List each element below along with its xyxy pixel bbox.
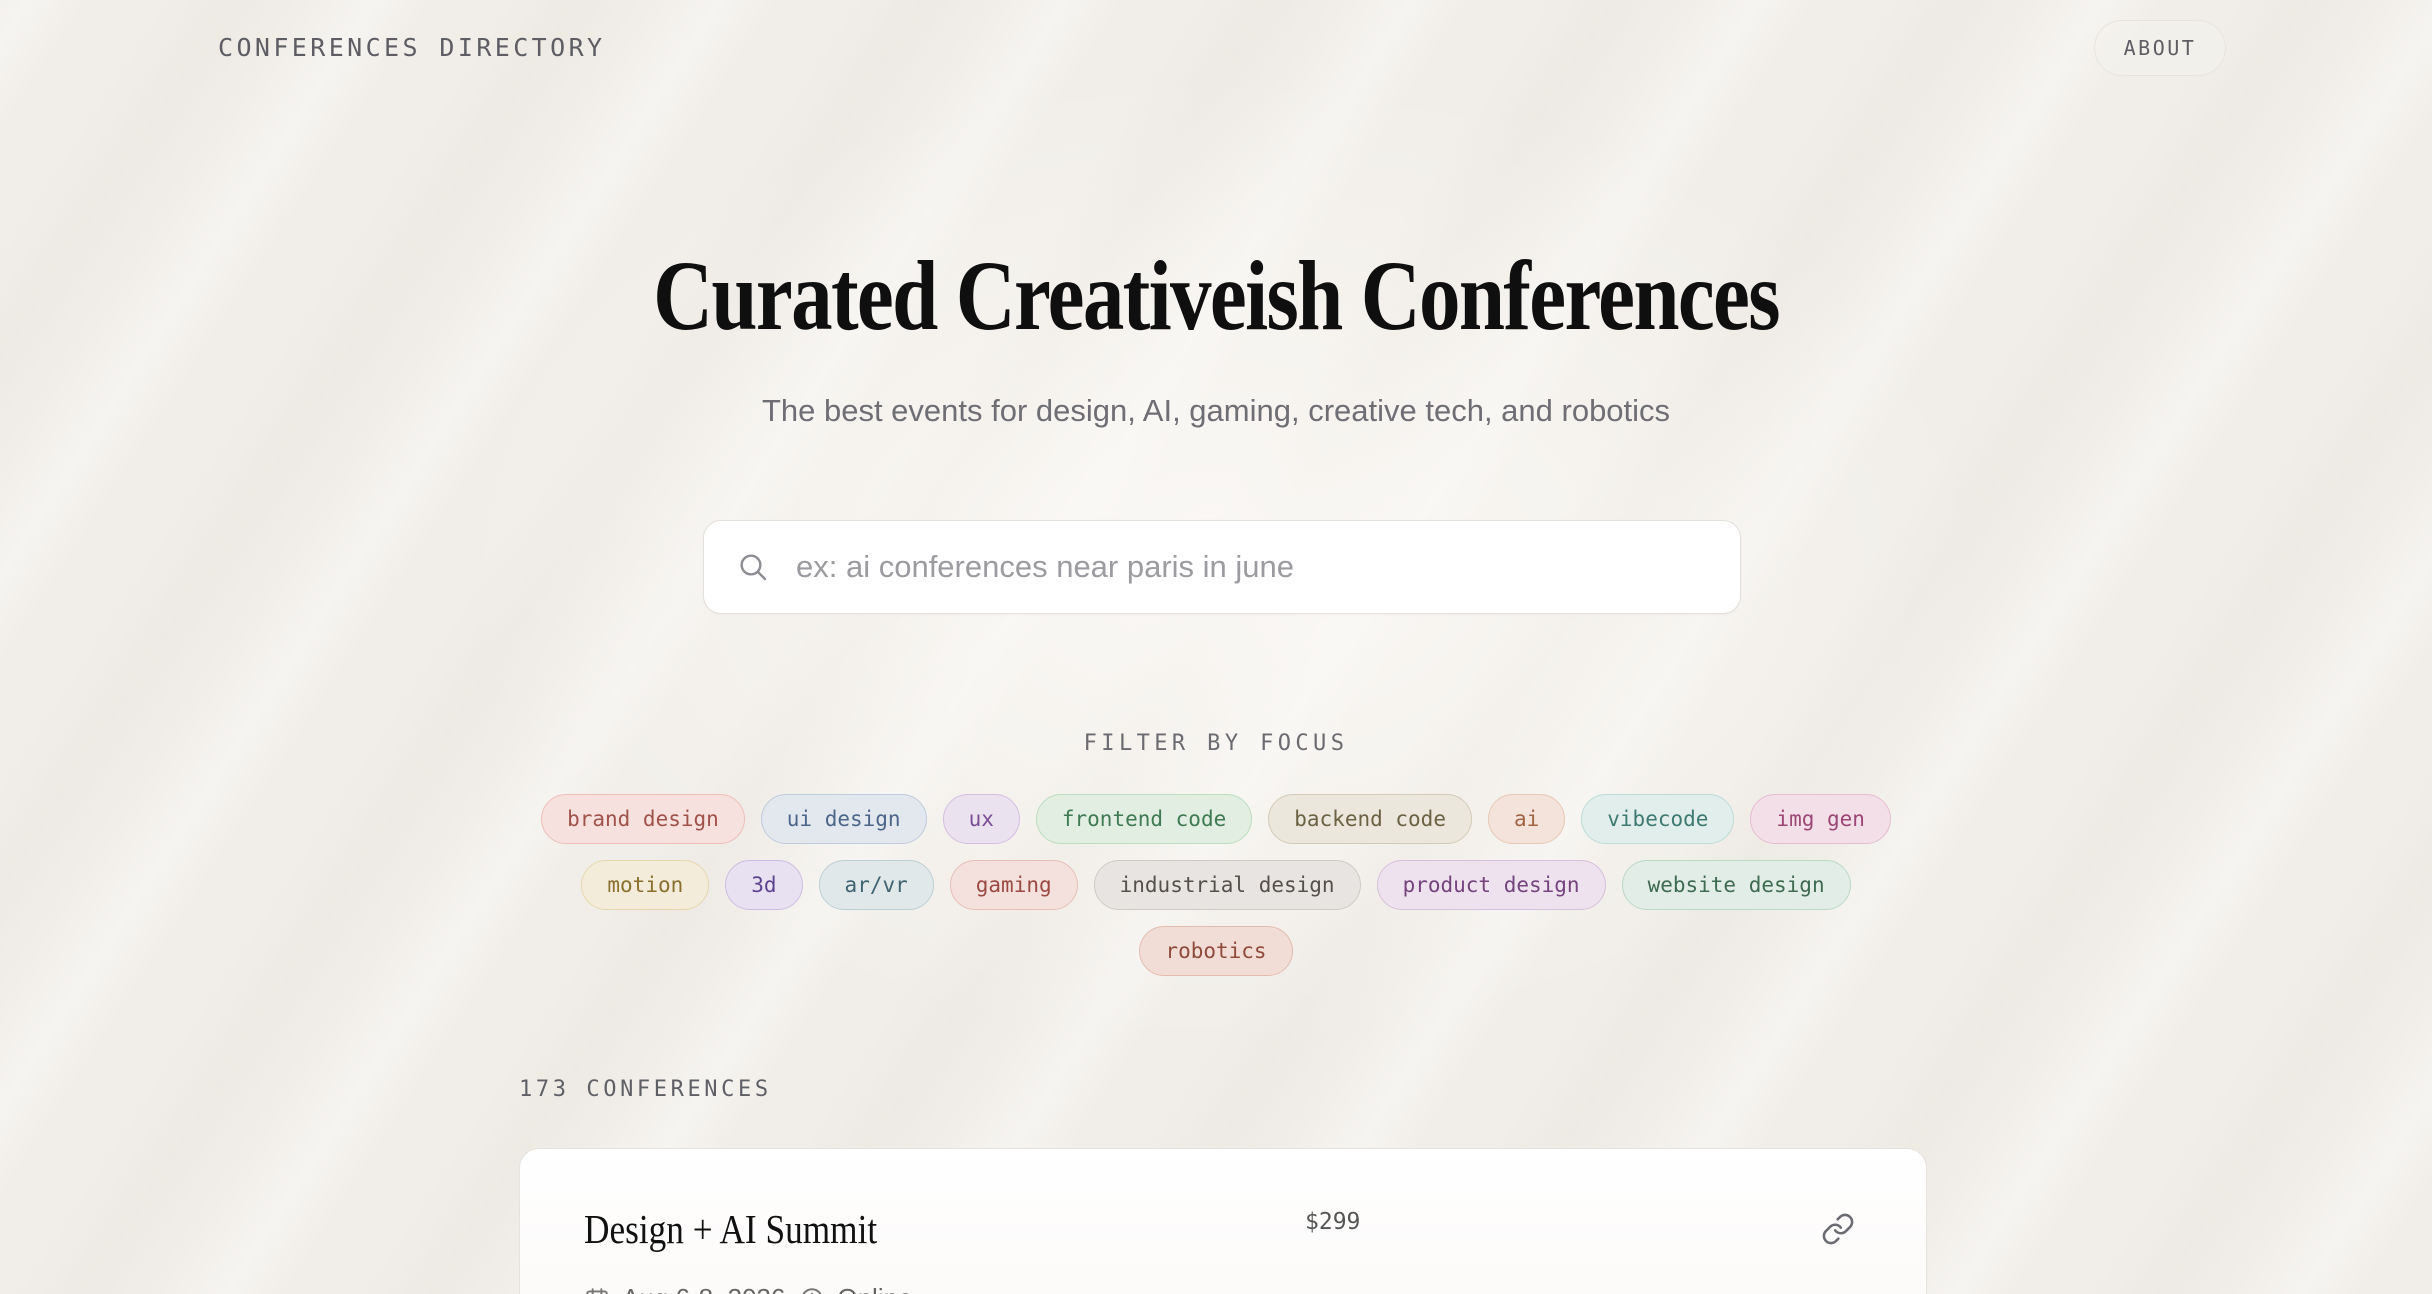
tag-website-design[interactable]: website design bbox=[1621, 860, 1851, 910]
tag-img-gen[interactable]: img gen bbox=[1750, 794, 1891, 844]
conference-title[interactable]: Design + AI Summit bbox=[584, 1205, 877, 1253]
site-brand[interactable]: CONFERENCES DIRECTORY bbox=[218, 33, 605, 62]
page-title: Curated Creativeish Conferences bbox=[653, 240, 1780, 351]
search-icon bbox=[736, 550, 770, 584]
filter-label: FILTER BY FOCUS bbox=[1083, 731, 1349, 756]
calendar-icon bbox=[586, 1287, 608, 1294]
conference-date-text: Aug 6-8, 2026 bbox=[622, 1283, 785, 1294]
background-stripes bbox=[0, 0, 2432, 1294]
conference-meta: Aug 6-8, 2026 Online bbox=[584, 1283, 913, 1294]
conference-price: $299 bbox=[1305, 1209, 1361, 1235]
search-input[interactable] bbox=[796, 521, 1740, 613]
tag-vibecode[interactable]: vibecode bbox=[1581, 794, 1735, 844]
tag-backend-code[interactable]: backend code bbox=[1268, 794, 1472, 844]
tag-row: motion 3d ar/vr gaming industrial design… bbox=[0, 860, 2432, 910]
tag-ai[interactable]: ai bbox=[1487, 794, 1566, 844]
about-button[interactable]: ABOUT bbox=[2094, 20, 2226, 76]
page-subtitle: The best events for design, AI, gaming, … bbox=[761, 393, 1671, 428]
tag-row: robotics bbox=[0, 926, 2432, 976]
conference-location-text: Online bbox=[837, 1283, 912, 1294]
tag-row: brand design ui design ux frontend code … bbox=[0, 794, 2432, 844]
tag-ux[interactable]: ux bbox=[942, 794, 1020, 844]
tag-product-design[interactable]: product design bbox=[1376, 860, 1606, 910]
tag-brand-design[interactable]: brand design bbox=[541, 794, 745, 844]
tag-ui-design[interactable]: ui design bbox=[760, 794, 927, 844]
background-glow bbox=[0, 0, 2432, 1294]
focus-tags: brand design ui design ux frontend code … bbox=[0, 794, 2432, 992]
search-bar[interactable] bbox=[703, 520, 1741, 614]
tag-industrial-design[interactable]: industrial design bbox=[1093, 860, 1361, 910]
tag-frontend-code[interactable]: frontend code bbox=[1035, 794, 1253, 844]
tag-motion[interactable]: motion bbox=[581, 860, 710, 910]
conference-location: Online bbox=[799, 1283, 913, 1294]
tag-3d[interactable]: 3d bbox=[725, 860, 803, 910]
tag-robotics[interactable]: robotics bbox=[1139, 926, 1293, 976]
conference-date: Aug 6-8, 2026 bbox=[584, 1283, 785, 1294]
tag-ar-vr[interactable]: ar/vr bbox=[818, 860, 934, 910]
link-icon[interactable] bbox=[1820, 1211, 1856, 1247]
conference-card[interactable]: Design + AI Summit $299 Aug 6-8, 2026 On… bbox=[519, 1148, 1927, 1294]
results-count: 173 CONFERENCES bbox=[519, 1077, 772, 1102]
clock-icon bbox=[802, 1287, 823, 1294]
tag-gaming[interactable]: gaming bbox=[949, 860, 1078, 910]
